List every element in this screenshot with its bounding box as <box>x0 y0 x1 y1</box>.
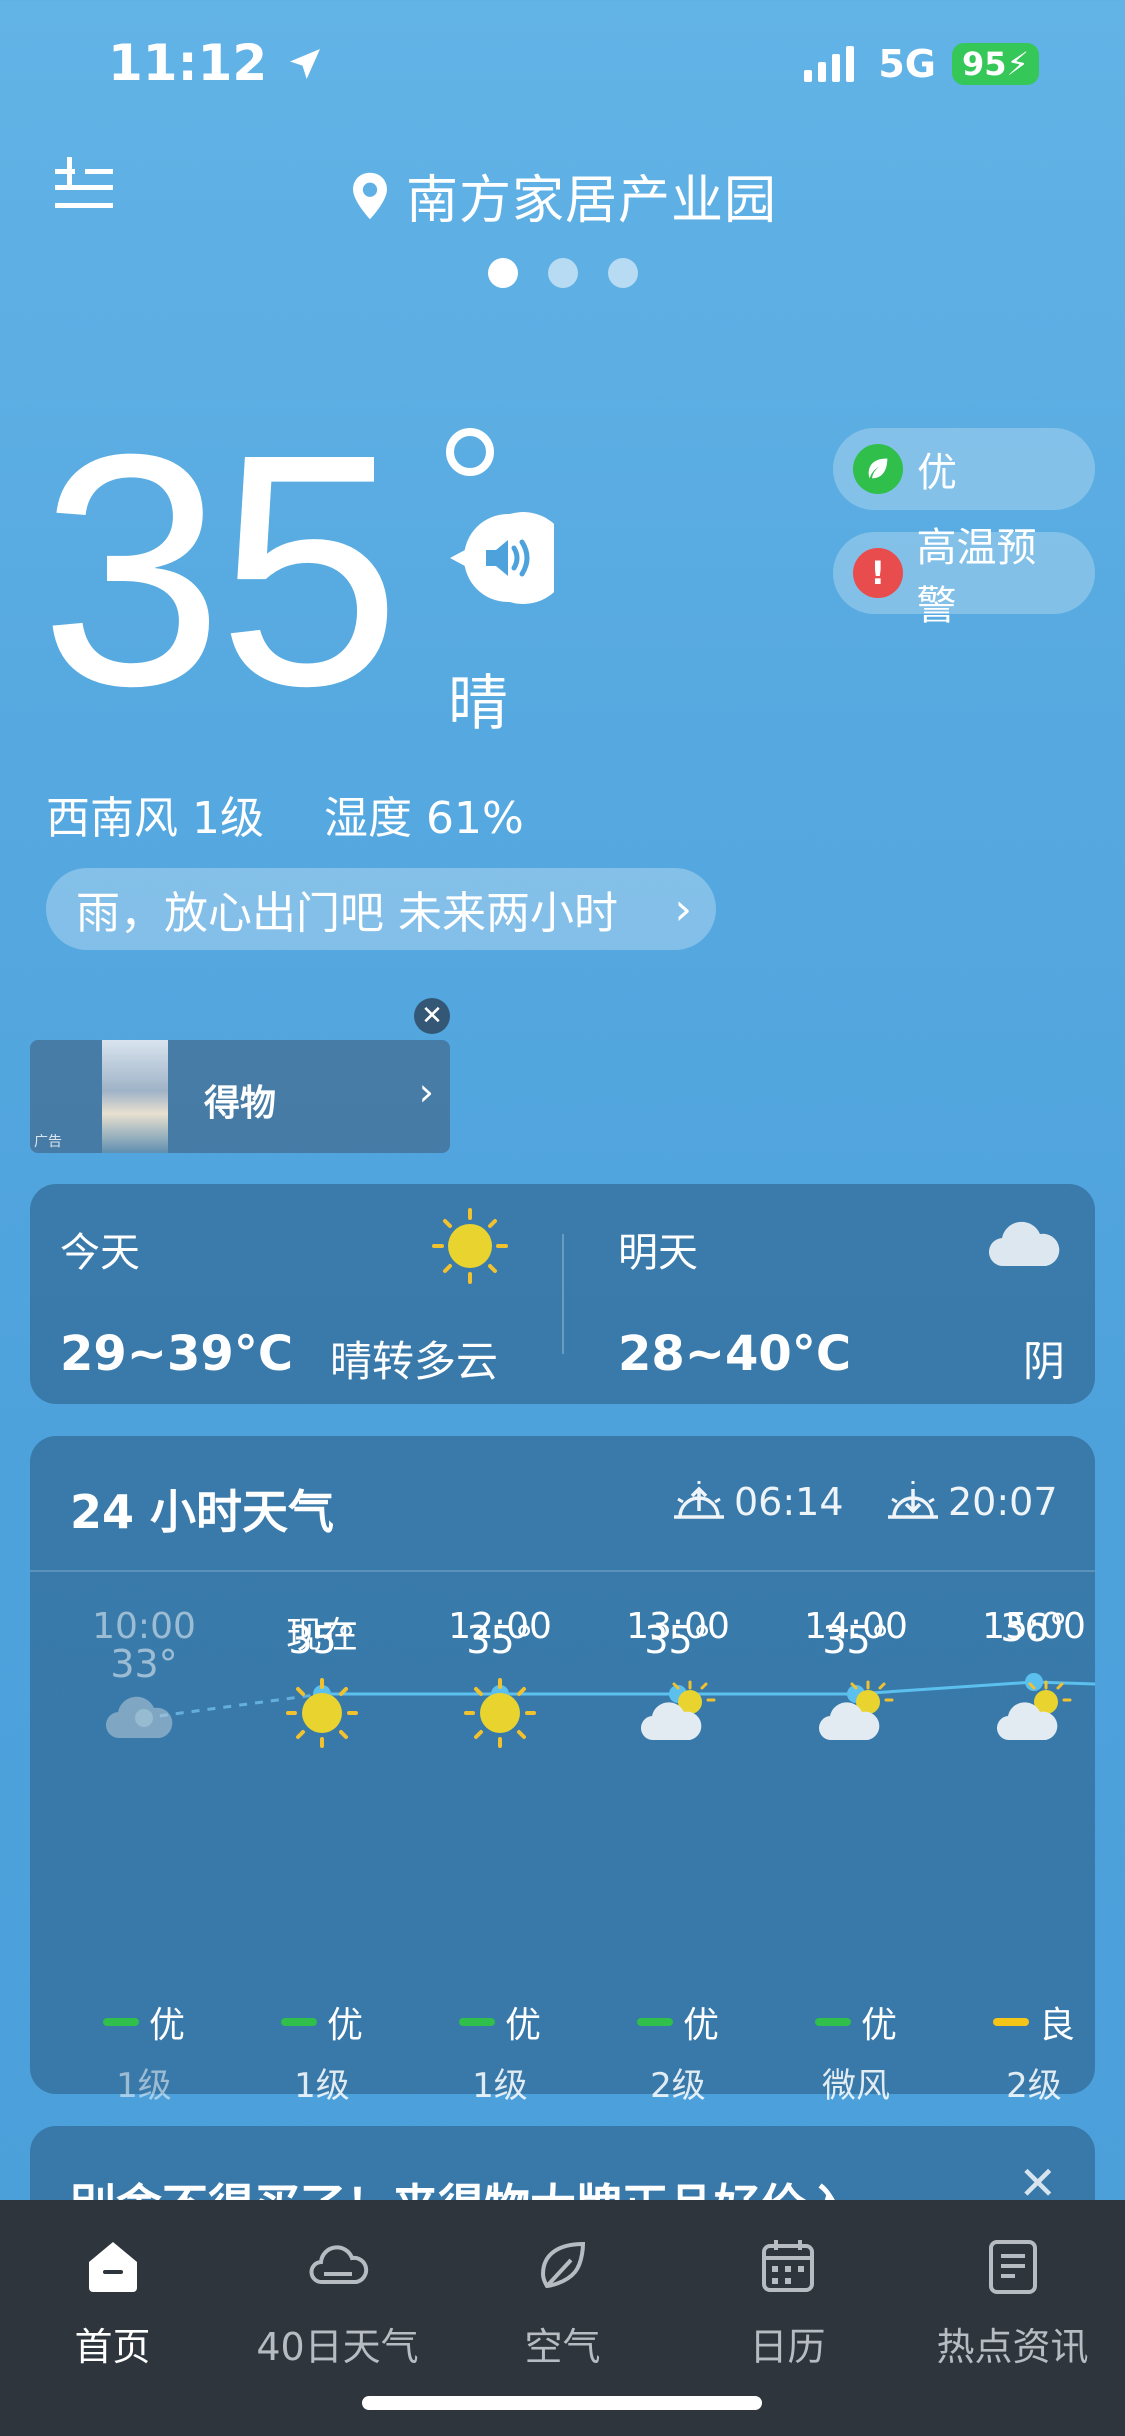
tomorrow-temp: 28~40°C <box>618 1326 852 1382</box>
chevron-right-icon: › <box>674 883 692 935</box>
hour-aqi: 优 <box>54 1996 234 2048</box>
partly-cloudy-icon <box>640 1680 716 1741</box>
ad-tag: 广告 <box>34 1134 62 1150</box>
tab-label: 热点资讯 <box>936 2325 1089 2369</box>
battery-indicator: 95⚡ <box>952 43 1039 85</box>
tab-news[interactable]: 热点资讯 <box>900 2234 1125 2371</box>
alert-icon: ! <box>853 548 903 598</box>
hour-temp: 35° <box>288 1618 356 1662</box>
leaf-icon <box>540 2241 585 2289</box>
signal-icon <box>804 46 855 82</box>
location-arrow-icon <box>289 49 320 79</box>
hour-wind: 2级 <box>1006 2066 1062 2106</box>
hourly-item[interactable]: 现在 35° 优 1级 <box>232 1606 412 2106</box>
home-icon <box>88 2242 137 2292</box>
divider <box>562 1234 564 1354</box>
page-dot[interactable] <box>607 258 638 288</box>
wind-info: 西南风 1级 <box>46 793 264 844</box>
tab-label: 日历 <box>749 2325 826 2369</box>
page-dot[interactable] <box>487 258 518 288</box>
hour-aqi: 良 <box>944 1996 1124 2048</box>
tab-40-day[interactable]: 40日天气 <box>225 2234 450 2371</box>
forecast-tip[interactable]: 雨，放心出门吧 未来两小时 › <box>46 868 716 950</box>
partly-cloudy-icon <box>818 1680 894 1741</box>
aqi-label: 优 <box>917 450 957 496</box>
page-indicator[interactable] <box>0 258 1125 288</box>
aqi-bar <box>992 2018 1029 2026</box>
humidity-info: 湿度 61% <box>323 793 524 844</box>
aqi-bar <box>280 2018 317 2026</box>
location-header[interactable]: 南方家居产业园 <box>0 158 1125 233</box>
tomorrow-desc: 阴 <box>1022 1337 1065 1386</box>
hour-aqi: 优 <box>766 1996 946 2048</box>
tab-label: 空气 <box>524 2325 601 2369</box>
hourly-item[interactable]: 15:00 36° 良 2级 <box>944 1606 1124 2106</box>
hour-temp: 36° <box>1000 1606 1068 1650</box>
tab-label: 首页 <box>74 2325 151 2369</box>
hourly-item[interactable]: 13:00 35° 优 2级 <box>588 1606 768 2106</box>
current-condition: 晴 <box>448 669 508 739</box>
ad-title: 得物 <box>203 1083 276 1124</box>
sun-icon <box>286 1678 358 1748</box>
aqi-bar <box>102 2018 139 2026</box>
ad-banner[interactable]: 得物 › 广告 <box>30 1040 450 1153</box>
location-pin-icon <box>353 172 387 219</box>
page-dot[interactable] <box>547 258 578 288</box>
today-temp: 29~39°C <box>60 1326 294 1382</box>
hour-wind: 1级 <box>472 2066 528 2106</box>
sun-icon <box>464 1678 536 1748</box>
leaf-icon <box>853 444 903 494</box>
hour-aqi: 优 <box>232 1996 412 2048</box>
network-type: 5G <box>878 42 936 86</box>
tab-calendar[interactable]: 日历 <box>675 2234 900 2371</box>
hour-temp: 35° <box>822 1618 890 1662</box>
calendar-icon <box>761 2240 814 2292</box>
hour-temp: 35° <box>644 1618 712 1662</box>
ad-close-button[interactable]: ✕ <box>414 998 450 1034</box>
current-temperature: 35 <box>40 385 401 754</box>
daily-summary-card[interactable]: 今天 29~39°C 晴转多云 明天 28~40°C 阴 <box>30 1184 1095 1404</box>
hourly-forecast-card[interactable]: 24 小时天气 06:14 20:07 10:00 33° 优 1级 现在 35° 优 1级 1… <box>30 1436 1095 2106</box>
status-time: 11:12 <box>108 34 325 92</box>
today-label: 今天 <box>60 1230 140 1276</box>
warning-label: 高温预警 <box>916 525 1037 629</box>
news-icon <box>988 2240 1037 2294</box>
aqi-bar <box>814 2018 851 2026</box>
partly-cloudy-icon <box>996 1680 1072 1741</box>
warning-badge[interactable]: ! 高温预警 <box>833 525 1095 629</box>
home-indicator[interactable] <box>362 2396 762 2410</box>
hour-wind: 1级 <box>116 2066 172 2106</box>
hour-wind: 微风 <box>822 2066 890 2106</box>
chevron-right-icon: › <box>418 1070 434 1114</box>
weather-details: 西南风 1级 湿度 61% <box>46 782 524 846</box>
hour-wind: 1级 <box>294 2066 350 2106</box>
hour-temp: 33° <box>110 1642 178 1686</box>
degree-symbol <box>446 428 494 476</box>
sun-icon <box>432 1208 508 1284</box>
tab-label: 40日天气 <box>256 2325 419 2369</box>
aqi-badge[interactable]: 优 <box>833 428 1095 510</box>
hour-temp: 35° <box>466 1618 534 1662</box>
hour-aqi: 优 <box>410 1996 590 2048</box>
speaker-icon[interactable] <box>450 512 554 604</box>
hourly-item[interactable]: 14:00 35° 优微风 <box>766 1606 946 2106</box>
tab-home[interactable]: 首页 <box>0 2234 225 2371</box>
aqi-bar <box>458 2018 495 2026</box>
status-indicators: 5G 95⚡ <box>802 42 1039 86</box>
tomorrow-label: 明天 <box>618 1230 698 1276</box>
cloud-icon <box>309 2245 368 2284</box>
hourly-item[interactable]: 10:00 33° 优 1级 <box>54 1606 234 2106</box>
forecast-tip-text: 雨，放心出门吧 未来两小时 <box>76 888 618 939</box>
aqi-bar <box>636 2018 673 2026</box>
today-desc: 晴转多云 <box>330 1337 499 1386</box>
hourly-item[interactable]: 12:00 35° 优 1级 <box>410 1606 590 2106</box>
hour-wind: 2级 <box>650 2066 706 2106</box>
location-name: 南方家居产业园 <box>405 171 777 231</box>
tab-air[interactable]: 空气 <box>450 2234 675 2371</box>
hour-aqi: 优 <box>588 1996 768 2048</box>
cloud-icon <box>988 1221 1060 1267</box>
cloud-icon <box>105 1696 173 1739</box>
